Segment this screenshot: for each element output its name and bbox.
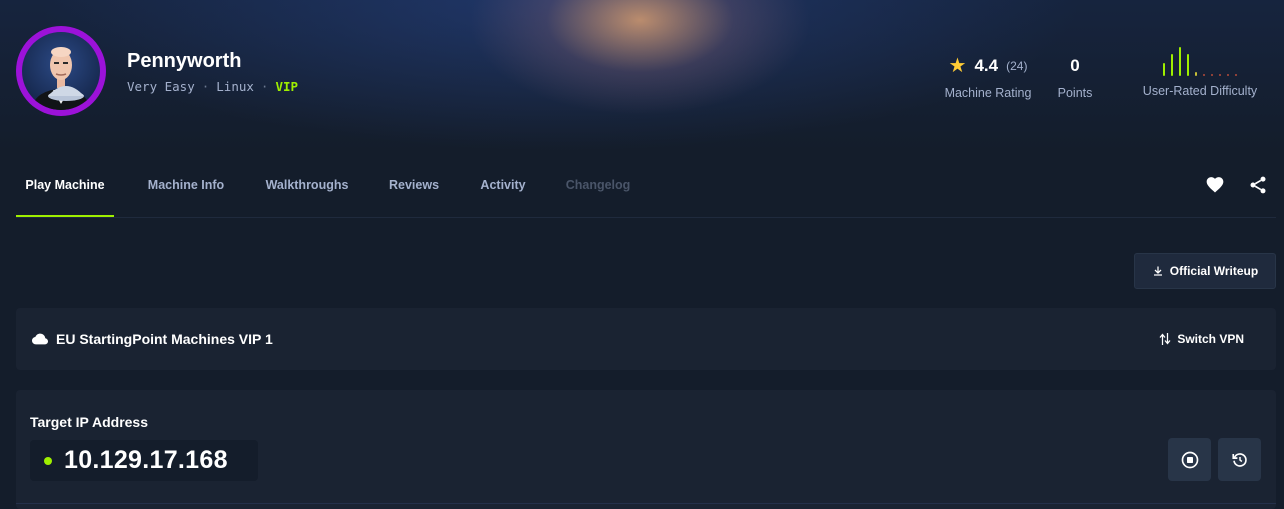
vpn-server: EU StartingPoint Machines VIP 1 [32,331,273,347]
difficulty-bar [1203,74,1205,76]
cloud-icon [32,333,48,345]
target-ip-box[interactable]: 10.129.17.168 [30,440,258,481]
rating-count: (24) [1006,59,1028,73]
machine-os: Linux [216,79,254,94]
stop-machine-button[interactable] [1168,438,1211,481]
share-icon[interactable] [1248,175,1268,195]
difficulty-bar [1187,54,1189,76]
target-ip-label: Target IP Address [30,414,149,430]
star-icon: ★ [948,55,967,77]
machine-rating-stat[interactable]: ★ 4.4 (24) Machine Rating [942,56,1034,100]
difficulty-bar [1227,74,1229,76]
reset-icon [1231,452,1247,467]
target-ip-value[interactable]: 10.129.17.168 [64,446,228,475]
difficulty-bar [1171,54,1173,76]
tab-machine-info[interactable]: Machine Info [140,164,232,217]
machine-meta: Very Easy · Linux · VIP [127,79,298,94]
section-divider [16,503,1276,504]
switch-vpn-button[interactable]: Switch VPN [1143,324,1260,354]
download-icon [1153,266,1162,276]
meta-separator: · [260,79,269,94]
meta-separator: · [201,79,210,94]
points-stat: 0 Points [1040,56,1110,100]
target-panel: Target IP Address 10.129.17.168 [16,390,1276,509]
tab-changelog[interactable]: Changelog [562,164,634,217]
difficulty-bar [1219,74,1221,76]
difficulty-bar [1179,47,1181,76]
machine-tabs: Play Machine Machine Info Walkthroughs R… [16,164,1276,218]
official-writeup-button[interactable]: Official Writeup [1134,253,1276,289]
tab-walkthroughs[interactable]: Walkthroughs [260,164,354,217]
tab-reviews[interactable]: Reviews [384,164,444,217]
rating-value: 4.4 [974,56,999,75]
swap-arrows-icon [1159,333,1171,345]
difficulty-bar [1195,72,1197,76]
machine-avatar [16,26,106,116]
difficulty-bar [1211,74,1213,76]
switch-vpn-label: Switch VPN [1177,332,1244,346]
vpn-server-name: EU StartingPoint Machines VIP 1 [56,331,273,347]
rating-label: Machine Rating [944,86,1032,100]
butler-avatar-icon [33,47,89,110]
official-writeup-label: Official Writeup [1169,264,1259,278]
online-status-dot [44,456,52,465]
vpn-panel: EU StartingPoint Machines VIP 1 Switch V… [16,308,1276,370]
machine-tier-badge: VIP [275,79,299,94]
difficulty-bar [1235,74,1237,76]
points-value: 0 [1070,56,1080,75]
stop-icon [1181,451,1198,468]
reset-machine-button[interactable] [1218,438,1261,481]
points-label: Points [1057,86,1093,100]
machine-name: Pennyworth [127,50,242,72]
tab-play-machine[interactable]: Play Machine [16,164,114,217]
difficulty-label: User-Rated Difficulty [1142,84,1258,98]
difficulty-chart [1137,45,1263,76]
favorite-heart-icon[interactable] [1205,175,1225,195]
difficulty-bar [1163,63,1165,76]
tab-activity[interactable]: Activity [476,164,530,217]
machine-difficulty: Very Easy [127,79,195,94]
user-rated-difficulty-stat[interactable]: User-Rated Difficulty [1137,45,1263,98]
